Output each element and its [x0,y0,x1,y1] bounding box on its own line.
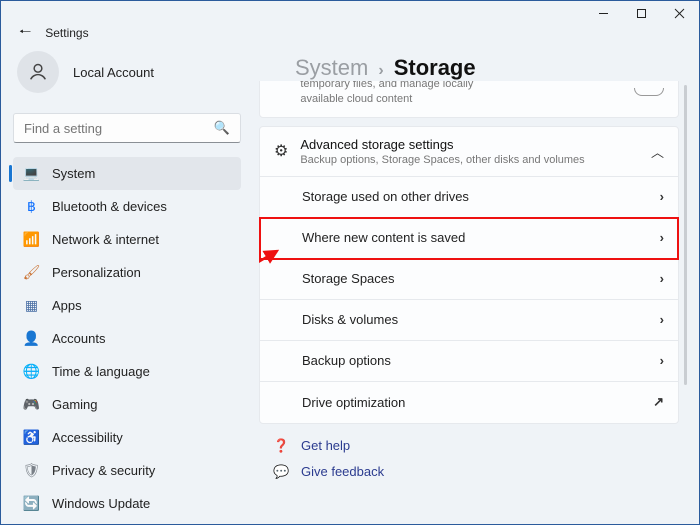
row-where-new-content[interactable]: Where new content is saved › [260,218,678,259]
chevron-up-icon: ︿ [651,142,664,161]
wifi-icon: 📶 [23,231,40,248]
chevron-right-icon: › [660,271,664,286]
feedback-icon: 💬 [273,464,289,480]
help-icon: ❓ [273,438,289,454]
row-disks-volumes[interactable]: Disks & volumes › [260,300,678,341]
breadcrumb-parent[interactable]: System [295,55,368,81]
person-icon: 👤 [23,330,40,347]
nav-list: 💻 System ฿ Bluetooth & devices 📶 Network… [13,157,241,520]
nav-gaming[interactable]: 🎮 Gaming [13,388,241,421]
get-help-link[interactable]: ❓ Get help [273,438,679,454]
header-back: 🠐 Settings [19,21,89,45]
back-icon[interactable]: 🠐 [19,21,31,45]
help-links: ❓ Get help 💬 Give feedback [259,424,679,480]
give-feedback-link[interactable]: 💬 Give feedback [273,464,679,480]
nav-personalization[interactable]: 🖌 Personalization [13,256,241,289]
nav-privacy[interactable]: 🛡 Privacy & security [13,454,241,487]
close-button[interactable] [663,1,695,25]
nav-accessibility[interactable]: ♿ Accessibility [13,421,241,454]
apps-icon: ▦ [23,297,40,314]
maximize-button[interactable] [625,1,657,25]
advanced-storage-expander: ⚙ Advanced storage settings Backup optio… [259,126,679,424]
storage-sense-row-partial[interactable]: ⚙ temporary files, and manage locally av… [259,81,679,118]
nav-accounts[interactable]: 👤 Accounts [13,322,241,355]
system-icon: 💻 [23,165,40,182]
chevron-right-icon: › [378,62,383,80]
nav-time[interactable]: 🌐 Time & language [13,355,241,388]
nav-apps[interactable]: ▦ Apps [13,289,241,322]
nav-bluetooth[interactable]: ฿ Bluetooth & devices [13,190,241,223]
titlebar [1,1,699,25]
open-link-icon: ↗ [653,394,664,410]
brush-icon: 🖌 [23,264,40,281]
search-field[interactable] [24,121,214,136]
toggle-partial-icon[interactable] [634,88,664,96]
bluetooth-icon: ฿ [23,198,40,215]
account-name: Local Account [73,65,154,80]
advanced-storage-header[interactable]: ⚙ Advanced storage settings Backup optio… [260,127,678,176]
nav-network[interactable]: 📶 Network & internet [13,223,241,256]
breadcrumb: System › Storage [259,33,689,81]
scrollbar[interactable] [684,85,687,385]
chevron-right-icon: › [660,312,664,327]
shield-icon: 🛡 [23,462,40,479]
main-pane: System › Storage ⚙ temporary files, and … [259,33,689,520]
sidebar: Local Account 🔍 💻 System ฿ Bluetooth & d… [13,33,241,520]
gear-icon: ⚙ [274,141,288,161]
update-icon: 🔄 [23,495,40,512]
nav-update[interactable]: 🔄 Windows Update [13,487,241,520]
accessibility-icon: ♿ [23,429,40,446]
breadcrumb-current: Storage [394,55,476,81]
chevron-right-icon: › [660,189,664,204]
gamepad-icon: 🎮 [23,396,40,413]
row-storage-spaces[interactable]: Storage Spaces › [260,259,678,300]
chevron-right-icon: › [660,230,664,245]
globe-icon: 🌐 [23,363,40,380]
avatar-icon [17,51,59,93]
row-storage-other-drives[interactable]: Storage used on other drives › [260,177,678,218]
search-icon: 🔍 [214,120,230,136]
row-backup-options[interactable]: Backup options › [260,341,678,382]
app-title: Settings [45,26,88,40]
row-drive-optimization[interactable]: Drive optimization ↗ [260,382,678,423]
chevron-right-icon: › [660,353,664,368]
nav-system[interactable]: 💻 System [13,157,241,190]
search-input[interactable]: 🔍 [13,113,241,143]
settings-window: 🠐 Settings Local Account 🔍 💻 System [0,0,700,525]
minimize-button[interactable] [587,1,619,25]
